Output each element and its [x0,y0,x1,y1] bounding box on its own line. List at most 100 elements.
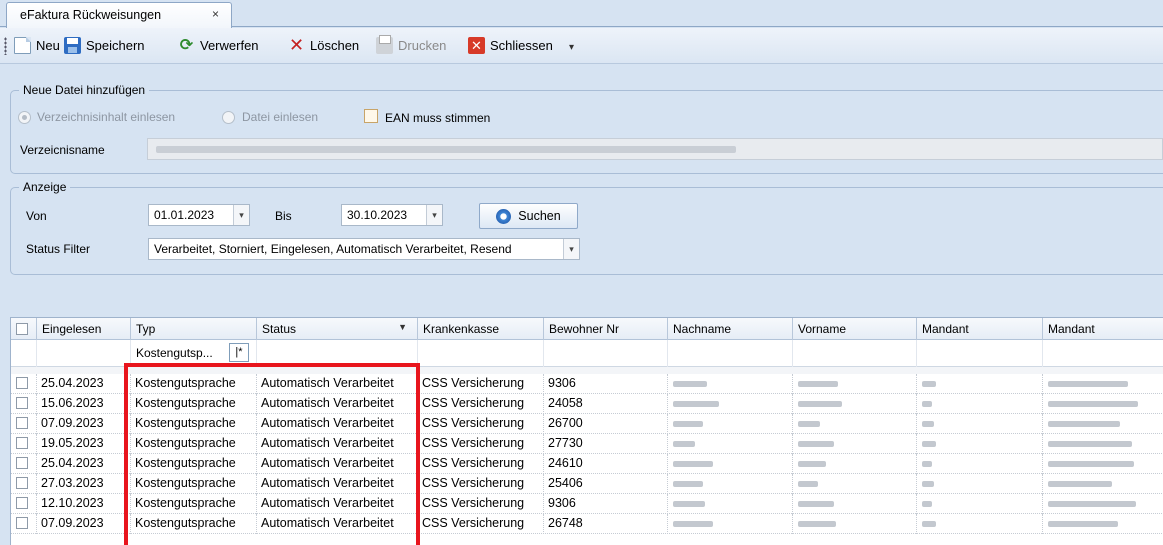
table-row[interactable]: 25.04.2023 Kostengutsprache Automatisch Ve… [11,374,1163,394]
cell-typ[interactable]: Kostengutsprache [131,414,257,434]
redacted-cell[interactable] [1043,394,1163,414]
cell-bewohner-nr[interactable]: 26700 [544,414,668,434]
table-row[interactable]: 07.09.2023 Kostengutsprache Automatisch Ve… [11,514,1163,534]
cell-bewohner-nr[interactable]: 24058 [544,394,668,414]
table-row[interactable]: 19.05.2023 Kostengutsprache Automatisch Ve… [11,434,1163,454]
cell-status[interactable]: Automatisch Verarbeitet [257,454,418,474]
cell-eingelesen[interactable]: 27.03.2023 [37,474,131,494]
cell-status[interactable]: Automatisch Verarbeitet [257,414,418,434]
close-button[interactable]: ✕ Schliessen [468,34,553,56]
cell-bewohner-nr[interactable]: 27730 [544,434,668,454]
cell-typ[interactable]: Kostengutsprache [131,474,257,494]
new-button[interactable]: Neu [14,34,60,56]
radio-file[interactable] [222,111,235,124]
redacted-cell[interactable] [668,474,793,494]
print-button[interactable]: Drucken [376,34,446,56]
col-header-krankenkasse[interactable]: Krankenkasse [418,318,544,340]
redacted-cell[interactable] [1043,414,1163,434]
redacted-cell[interactable] [668,414,793,434]
col-header-bewohner-nr[interactable]: Bewohner Nr [544,318,668,340]
redacted-cell[interactable] [1043,454,1163,474]
redacted-cell[interactable] [1043,514,1163,534]
col-header-typ[interactable]: Typ [131,318,257,340]
cell-krankenkasse[interactable]: CSS Versicherung [418,394,544,414]
redacted-cell[interactable] [917,514,1043,534]
chevron-down-icon[interactable]: ▾ [426,205,442,225]
cell-krankenkasse[interactable]: CSS Versicherung [418,494,544,514]
cell-typ[interactable]: Kostengutsprache [131,454,257,474]
redacted-cell[interactable] [917,414,1043,434]
cell-status[interactable]: Automatisch Verarbeitet [257,494,418,514]
redacted-cell[interactable] [668,394,793,414]
row-checkbox[interactable] [16,477,28,489]
cell-bewohner-nr[interactable]: 9306 [544,374,668,394]
redacted-cell[interactable] [793,394,917,414]
cell-typ[interactable]: Kostengutsprache [131,394,257,414]
cell-status[interactable]: Automatisch Verarbeitet [257,394,418,414]
cell-bewohner-nr[interactable]: 25406 [544,474,668,494]
status-filter-select[interactable]: Verarbeitet, Storniert, Eingelesen, Auto… [148,238,580,260]
cell-eingelesen[interactable]: 19.05.2023 [37,434,131,454]
cell-eingelesen[interactable]: 25.04.2023 [37,454,131,474]
row-checkbox[interactable] [16,437,28,449]
toolbar-grip-icon[interactable] [4,37,7,55]
cell-status[interactable]: Automatisch Verarbeitet [257,474,418,494]
redacted-cell[interactable] [917,374,1043,394]
table-row[interactable]: 27.03.2023 Kostengutsprache Automatisch Ve… [11,474,1163,494]
search-button[interactable]: Suchen [479,203,578,229]
cell-krankenkasse[interactable]: CSS Versicherung [418,374,544,394]
row-checkbox[interactable] [16,397,28,409]
redacted-cell[interactable] [1043,474,1163,494]
redacted-cell[interactable] [793,434,917,454]
cell-bewohner-nr[interactable]: 26748 [544,514,668,534]
redacted-cell[interactable] [1043,434,1163,454]
col-header-nachname[interactable]: Nachname [668,318,793,340]
select-all-checkbox[interactable] [16,323,28,335]
col-header-vorname[interactable]: Vorname [793,318,917,340]
cell-krankenkasse[interactable]: CSS Versicherung [418,434,544,454]
redacted-cell[interactable] [917,434,1043,454]
redacted-cell[interactable] [668,454,793,474]
to-date-field[interactable]: 30.10.2023 ▾ [341,204,443,226]
cell-eingelesen[interactable]: 07.09.2023 [37,414,131,434]
cell-typ[interactable]: Kostengutsprache [131,434,257,454]
cell-krankenkasse[interactable]: CSS Versicherung [418,454,544,474]
redacted-cell[interactable] [668,494,793,514]
cell-bewohner-nr[interactable]: 9306 [544,494,668,514]
redacted-cell[interactable] [668,514,793,534]
cell-krankenkasse[interactable]: CSS Versicherung [418,414,544,434]
cell-eingelesen[interactable]: 12.10.2023 [37,494,131,514]
toolbar-overflow-icon[interactable]: ▾ [569,42,574,53]
radio-directory[interactable] [18,111,31,124]
discard-button[interactable]: ⟳ Verwerfen [178,34,259,56]
cell-status[interactable]: Automatisch Verarbeitet [257,434,418,454]
redacted-cell[interactable] [917,394,1043,414]
redacted-cell[interactable] [793,414,917,434]
cell-krankenkasse[interactable]: CSS Versicherung [418,514,544,534]
delete-button[interactable]: ✕ Löschen [288,34,359,56]
chevron-down-icon[interactable]: ▾ [233,205,249,225]
row-checkbox[interactable] [16,497,28,509]
table-row[interactable]: 12.10.2023 Kostengutsprache Automatisch Ve… [11,494,1163,514]
cell-typ[interactable]: Kostengutsprache [131,514,257,534]
directory-field[interactable] [147,138,1163,160]
cell-bewohner-nr[interactable]: 24610 [544,454,668,474]
from-date-field[interactable]: 01.01.2023 ▾ [148,204,250,226]
save-button[interactable]: Speichern [64,34,145,56]
col-header-mandant-2[interactable]: Mandant [1043,318,1163,340]
cell-eingelesen[interactable]: 15.06.2023 [37,394,131,414]
redacted-cell[interactable] [793,494,917,514]
row-checkbox[interactable] [16,377,28,389]
redacted-cell[interactable] [917,474,1043,494]
col-header-eingelesen[interactable]: Eingelesen [37,318,131,340]
table-row[interactable]: 07.09.2023 Kostengutsprache Automatisch Ve… [11,414,1163,434]
redacted-cell[interactable] [1043,374,1163,394]
redacted-cell[interactable] [1043,494,1163,514]
cell-krankenkasse[interactable]: CSS Versicherung [418,474,544,494]
cell-status[interactable]: Automatisch Verarbeitet [257,514,418,534]
redacted-cell[interactable] [668,374,793,394]
cell-typ[interactable]: Kostengutsprache [131,374,257,394]
filter-cell-typ[interactable]: Kostengutsp... |* [131,340,257,367]
col-header-mandant[interactable]: Mandant [917,318,1043,340]
ean-checkbox[interactable] [364,109,378,123]
